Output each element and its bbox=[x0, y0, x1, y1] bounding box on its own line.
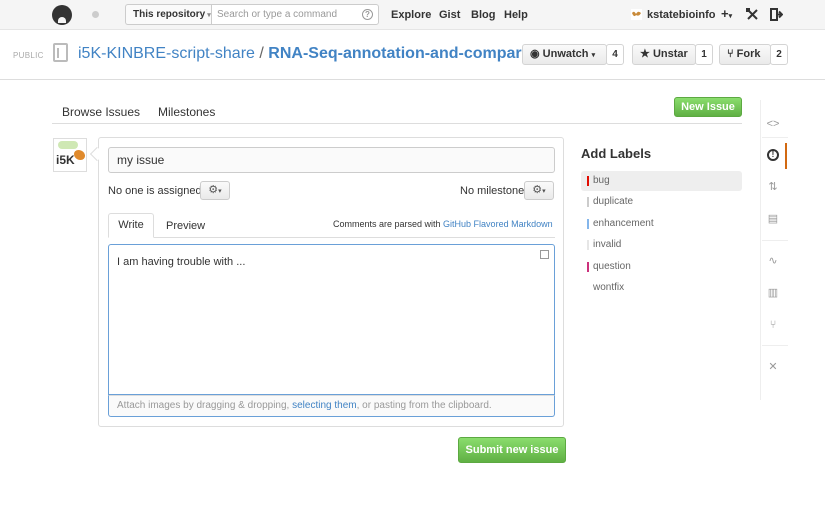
repo-sidebar bbox=[760, 100, 788, 400]
label-question[interactable]: question bbox=[581, 257, 742, 277]
drop-suffix-text: , or pasting from the clipboard. bbox=[356, 400, 492, 411]
nav-explore[interactable]: Explore bbox=[391, 9, 431, 21]
graphs-icon[interactable]: ▥ bbox=[766, 286, 780, 300]
label-invalid[interactable]: invalid bbox=[581, 235, 742, 255]
tab-preview[interactable]: Preview bbox=[166, 220, 205, 232]
avatar-cloud-icon bbox=[58, 141, 78, 149]
watchers-count[interactable]: 4 bbox=[606, 44, 624, 65]
plus-icon: + bbox=[721, 6, 729, 21]
gear-icon: ⚙ bbox=[208, 184, 219, 196]
label-swatch bbox=[587, 176, 589, 186]
eye-icon: ◉ bbox=[530, 48, 540, 60]
notifications-icon[interactable] bbox=[92, 11, 99, 18]
stars-count[interactable]: 1 bbox=[695, 44, 713, 65]
chevron-down-icon: ▾ bbox=[218, 188, 222, 195]
label-swatch bbox=[587, 283, 589, 293]
subnav-divider bbox=[52, 123, 742, 124]
markdown-help-link[interactable]: GitHub Flavored Markdown bbox=[443, 219, 553, 229]
fork-label: Fork bbox=[736, 48, 761, 60]
label-enhancement[interactable]: enhancement bbox=[581, 214, 742, 234]
visibility-label: PUBLIC bbox=[13, 51, 44, 60]
issue-title-input[interactable] bbox=[108, 147, 555, 173]
unwatch-label: Unwatch bbox=[542, 48, 589, 60]
forks-count[interactable]: 2 bbox=[770, 44, 788, 65]
markdown-note: Comments are parsed with GitHub Flavored… bbox=[333, 219, 553, 229]
chevron-down-icon: ▾ bbox=[542, 188, 546, 195]
gear-icon: ⚙ bbox=[532, 184, 543, 196]
issue-body-textarea[interactable]: I am having trouble with ... bbox=[108, 244, 555, 395]
star-icon: ★ bbox=[640, 48, 650, 60]
search-scope-label: This repository bbox=[133, 9, 206, 20]
nav-gist[interactable]: Gist bbox=[439, 9, 460, 21]
settings-tools-icon[interactable] bbox=[746, 8, 759, 21]
search-input[interactable] bbox=[211, 4, 379, 25]
attach-images-bar[interactable]: Attach images by dragging & dropping, se… bbox=[108, 395, 555, 417]
tab-write[interactable]: Write bbox=[108, 213, 154, 238]
wiki-icon[interactable]: ▤ bbox=[766, 212, 780, 226]
chevron-down-icon: ▾ bbox=[728, 13, 733, 20]
repo-separator: / bbox=[259, 45, 264, 62]
label-swatch bbox=[587, 240, 589, 250]
avatar-logo-text: i5K bbox=[56, 153, 75, 167]
sidebar-divider bbox=[762, 240, 788, 241]
sidebar-divider bbox=[762, 345, 788, 346]
tab-milestones[interactable]: Milestones bbox=[158, 105, 215, 119]
chevron-down-icon: ▾ bbox=[591, 52, 596, 59]
repo-icon bbox=[53, 43, 68, 62]
label-name: enhancement bbox=[593, 218, 654, 229]
nav-blog[interactable]: Blog bbox=[471, 9, 495, 21]
editor-tab-divider bbox=[108, 237, 555, 238]
settings-icon[interactable]: ✕ bbox=[766, 360, 780, 374]
user-avatar[interactable] bbox=[631, 9, 642, 20]
username-link[interactable]: kstatebioinfo bbox=[647, 9, 715, 21]
repo-owner-link[interactable]: i5K-KINBRE-script-share bbox=[78, 45, 255, 62]
unstar-button[interactable]: ★ Unstar bbox=[632, 44, 696, 65]
submit-issue-button[interactable]: Submit new issue bbox=[458, 437, 566, 463]
milestone-gear-button[interactable]: ⚙▾ bbox=[524, 181, 554, 200]
butterfly-icon bbox=[74, 150, 85, 160]
search-scope-dropdown[interactable]: This repository ▾ bbox=[125, 4, 211, 25]
milestone-status: No milestone bbox=[460, 185, 525, 197]
assignee-gear-button[interactable]: ⚙▾ bbox=[200, 181, 230, 200]
label-name: question bbox=[593, 261, 631, 272]
sign-out-icon[interactable] bbox=[770, 8, 783, 21]
label-swatch bbox=[587, 262, 589, 272]
unstar-label: Unstar bbox=[652, 48, 688, 60]
repo-title: i5K-KINBRE-script-share / RNA-Seq-annota… bbox=[78, 45, 555, 63]
pull-request-icon[interactable]: ⇅ bbox=[766, 180, 780, 194]
sidebar-divider bbox=[762, 137, 788, 138]
fork-button[interactable]: ⑂ Fork bbox=[719, 44, 771, 65]
label-bug[interactable]: bug bbox=[581, 171, 742, 191]
search-help-icon[interactable]: ? bbox=[362, 9, 373, 20]
label-duplicate[interactable]: duplicate bbox=[581, 192, 742, 212]
label-swatch bbox=[587, 219, 589, 229]
markdown-note-text: Comments are parsed with bbox=[333, 219, 444, 229]
issues-icon[interactable]: ! bbox=[767, 149, 779, 161]
drop-text: Attach images by dragging & dropping, bbox=[117, 400, 293, 411]
select-files-link[interactable]: selecting them bbox=[292, 400, 356, 411]
tab-browse-issues[interactable]: Browse Issues bbox=[62, 105, 140, 119]
assignee-status: No one is assigned bbox=[108, 185, 202, 197]
label-name: invalid bbox=[593, 239, 622, 250]
unwatch-button[interactable]: ◉ Unwatch ▾ bbox=[522, 44, 607, 65]
code-icon[interactable]: <> bbox=[766, 117, 780, 131]
fullscreen-icon[interactable] bbox=[540, 250, 549, 259]
network-icon[interactable]: ⑂ bbox=[766, 318, 780, 332]
nav-help[interactable]: Help bbox=[504, 9, 528, 21]
github-logo-icon[interactable] bbox=[52, 5, 72, 25]
label-name: duplicate bbox=[593, 196, 634, 207]
label-swatch bbox=[587, 197, 589, 207]
pulse-icon[interactable]: ∿ bbox=[766, 254, 780, 268]
new-issue-button[interactable]: New Issue bbox=[674, 97, 742, 117]
label-wontfix[interactable]: wontfix bbox=[581, 278, 742, 298]
labels-heading: Add Labels bbox=[581, 146, 652, 161]
label-name: wontfix bbox=[593, 282, 625, 293]
label-name: bug bbox=[593, 175, 610, 186]
repo-name-link[interactable]: RNA-Seq-annotation-and-comparison bbox=[268, 45, 554, 62]
fork-icon: ⑂ bbox=[727, 48, 734, 60]
create-new-icon[interactable]: +▾ bbox=[721, 7, 732, 24]
sidebar-active-indicator bbox=[785, 143, 787, 169]
